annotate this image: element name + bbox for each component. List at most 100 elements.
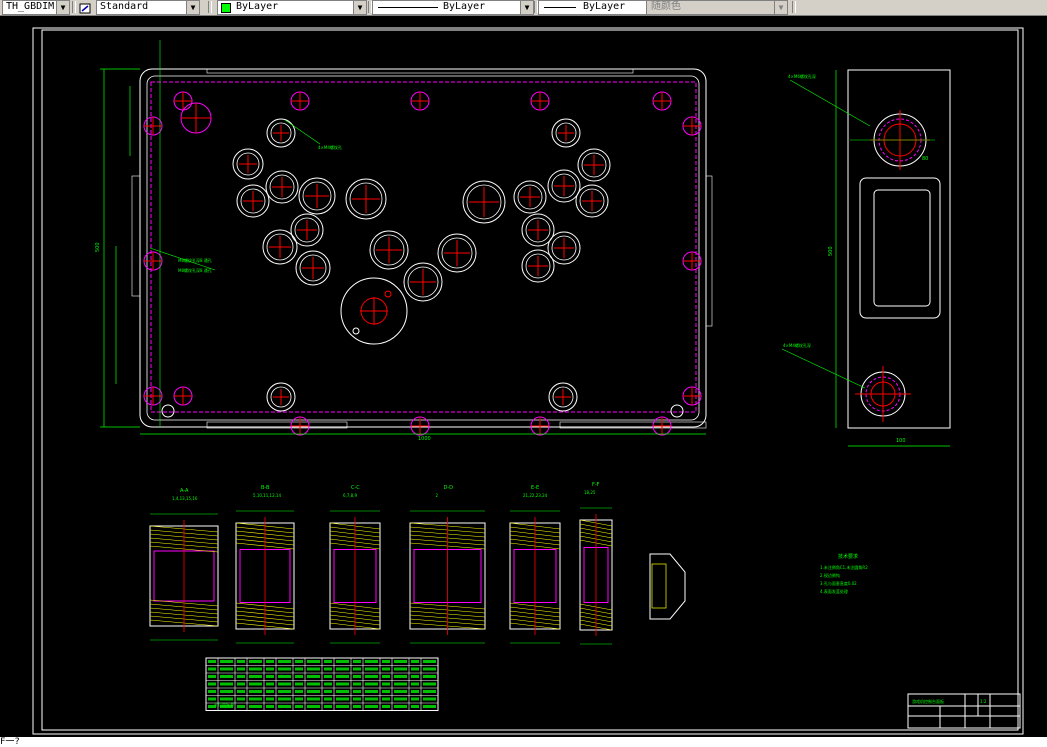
section-title: F-F: [592, 482, 600, 488]
command-line[interactable]: F一?: [0, 737, 1047, 747]
table-cell-text: [365, 667, 378, 671]
table-cell-text: [237, 660, 245, 663]
table-cell-text: [365, 690, 378, 693]
table-cell-text: [220, 675, 233, 678]
table-cell-text: [324, 667, 332, 671]
chevron-down-icon[interactable]: ▼: [774, 1, 787, 14]
table-cell-text: [266, 675, 274, 678]
plot-style-dropdown[interactable]: 随颜色 ▼: [646, 0, 788, 15]
table-cell-text: [353, 690, 361, 693]
table-cell-text: [249, 697, 262, 701]
table-cell-text: [353, 675, 361, 678]
table-cell-text: [394, 690, 407, 693]
table-cell-text: [382, 705, 390, 708]
linetype-value: ByLayer: [443, 1, 486, 12]
table-caption: 孔位坐标表: [214, 701, 234, 707]
table-cell-text: [324, 690, 332, 693]
drawing-canvas[interactable]: 500 1000 M8螺纹孔深8 通孔 M8螺纹孔深8 通孔 4×M4螺纹孔 5…: [0, 16, 1047, 736]
table-cell-text: [423, 697, 436, 701]
svg-text:4×M4螺纹孔: 4×M4螺纹孔: [318, 144, 342, 150]
table-cell-text: [237, 675, 245, 678]
table-cell-text: [411, 660, 419, 663]
sheet-inner-border: [41, 29, 1019, 731]
text-style-dropdown[interactable]: Standard ▼: [96, 0, 200, 15]
svg-text:M8螺纹孔深8 通孔: M8螺纹孔深8 通孔: [178, 257, 212, 263]
section-title: C-C: [351, 485, 360, 491]
table-cell-text: [307, 690, 320, 693]
table-cell-text: [278, 675, 291, 678]
table-cell-text: [324, 682, 332, 686]
text-style-icon[interactable]: [78, 0, 92, 14]
table-cell-text: [295, 660, 303, 663]
table-cell-text: [423, 675, 436, 678]
toolbar-separator: [792, 1, 796, 13]
table-cell-text: [336, 690, 349, 693]
command-line-text: F一?: [0, 737, 20, 747]
dim-width-label: 1000: [418, 436, 431, 442]
table-cell-text: [365, 675, 378, 678]
side-view: 500 100 80 4×M6螺纹孔深 4×M4螺纹孔深: [781, 69, 951, 447]
svg-text:M8螺纹孔深8 通孔: M8螺纹孔深8 通孔: [178, 267, 212, 273]
section-views: A-A 1,4,13,15,16 B-B 5,10,11,12,14 C-C 6,7,8,…: [149, 482, 686, 645]
table-cell-text: [307, 697, 320, 701]
table-cell-text: [208, 697, 216, 701]
chevron-down-icon[interactable]: ▼: [56, 1, 69, 14]
table-cell-text: [324, 697, 332, 701]
section-title: E-E: [531, 485, 539, 491]
svg-text:4×M4螺纹孔深: 4×M4螺纹孔深: [783, 342, 811, 348]
dim-side-height-label: 500: [828, 246, 834, 256]
table-cell-text: [411, 690, 419, 693]
table-cell-text: [278, 690, 291, 693]
detail-hatch: [651, 563, 667, 609]
dim-style-dropdown[interactable]: TH_GBDIM ▼: [2, 0, 70, 15]
table-cell-text: [394, 697, 407, 701]
table-cell-text: [382, 675, 390, 678]
plate-hidden-edge: [150, 81, 697, 413]
cad-drawing: 500 1000 M8螺纹孔深8 通孔 M8螺纹孔深8 通孔 4×M4螺纹孔 5…: [32, 27, 1024, 735]
chevron-down-icon[interactable]: ▼: [186, 1, 199, 14]
table-cell-text: [394, 675, 407, 678]
linetype-dropdown[interactable]: ByLayer ▼: [372, 0, 534, 15]
table-cell-text: [411, 667, 419, 671]
table-cell-text: [249, 690, 262, 693]
note-4: 4.表面发蓝处理: [820, 588, 848, 594]
plan-view: 500 1000 M8螺纹孔深8 通孔 M8螺纹孔深8 通孔 4×M4螺纹孔: [95, 40, 713, 442]
table-cell-text: [249, 705, 262, 708]
table-cell-text: [266, 682, 274, 686]
dim-side-bottom-label: 100: [896, 438, 906, 444]
title-block: 游戏机控制台面板 1:2: [907, 693, 1021, 729]
table-cell-text: [237, 682, 245, 686]
chevron-down-icon[interactable]: ▼: [353, 1, 366, 14]
section-title: D-D: [444, 485, 454, 491]
section-view: C-C 6,7,8,9: [329, 485, 381, 644]
table-cell-text: [411, 697, 419, 701]
color-dropdown[interactable]: ByLayer ▼: [217, 0, 367, 15]
table-cell-text: [208, 667, 216, 671]
table-cell-text: [411, 675, 419, 678]
table-cell-text: [394, 705, 407, 708]
lineweight-sample-icon: [544, 7, 576, 8]
lineweight-value: ByLayer: [583, 1, 626, 12]
section-view: B-B 5,10,11,12,14: [235, 485, 295, 644]
table-cell-text: [353, 682, 361, 686]
table-cell-text: [423, 682, 436, 686]
section-title: B-B: [261, 485, 270, 491]
chevron-down-icon[interactable]: ▼: [520, 1, 533, 14]
table-cell-text: [423, 690, 436, 693]
table-cell-text: [249, 675, 262, 678]
section-view: E-E 21,22,23,24: [509, 485, 561, 644]
table-cell-text: [423, 667, 436, 671]
table-cell-text: [249, 660, 262, 663]
section-title: A-A: [180, 488, 189, 494]
table-cell-text: [266, 660, 274, 663]
table-cell-text: [237, 690, 245, 693]
table-cell-text: [336, 660, 349, 663]
section-subtitle: 5,10,11,12,14: [253, 493, 281, 498]
table-cell-text: [423, 660, 436, 663]
table-cell-text: [324, 675, 332, 678]
dim-side-top-label: 80: [922, 156, 928, 162]
table-cell-text: [365, 682, 378, 686]
table-cell-text: [353, 660, 361, 663]
table-cell-text: [266, 690, 274, 693]
plate-inner-outline: [146, 75, 700, 421]
